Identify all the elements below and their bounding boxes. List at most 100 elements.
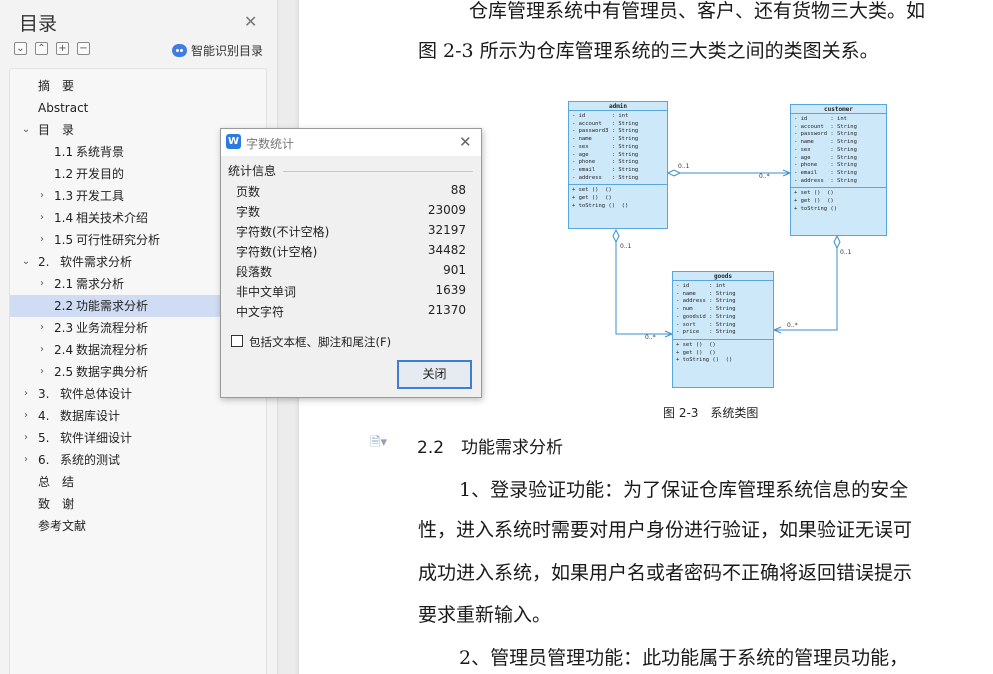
toc-item-label: 总 结: [38, 475, 75, 489]
paragraph-menu-icon[interactable]: 🗎▾: [370, 433, 387, 455]
uml-attribute: - num : String: [676, 306, 736, 313]
toc-item-number: 2.2: [54, 299, 74, 313]
uml-attribute: - age : String: [572, 151, 639, 158]
stat-value: 901: [443, 263, 466, 277]
uml-attributes: - id : int - account : String - password3 …: [569, 111, 667, 186]
uml-methods: + set () () + get () () + toString (): [791, 188, 886, 215]
multiplicity-label: 0..1: [678, 163, 690, 170]
toc-item-label: 相关技术介绍: [76, 211, 149, 225]
stat-value: 34482: [427, 243, 466, 257]
toc-item-label: 参考文献: [38, 519, 87, 533]
toc-item-label: 数据字典分析: [76, 365, 149, 379]
uml-attribute: - age : String: [794, 154, 857, 161]
stat-row: 字数 23009: [236, 203, 466, 223]
stat-value: 32197: [427, 223, 466, 237]
uml-method: + toString () (): [572, 202, 629, 209]
toc-item-number: 1.2: [54, 167, 74, 181]
stat-value: 88: [450, 183, 466, 197]
toc-item-label: 开发工具: [76, 189, 125, 203]
include-textbox-checkbox[interactable]: [231, 335, 243, 347]
stat-row: 字符数(计空格) 34482: [236, 243, 466, 263]
multiplicity-label: 0..1: [620, 243, 632, 250]
toc-item[interactable]: 致 谢: [10, 493, 266, 515]
paragraph-line: 图 2-3 所示为仓库管理系统的三大类之间的类图关系。: [418, 40, 879, 62]
paragraph-line: 2、管理员管理功能：此功能属于系统的管理员功能，: [459, 647, 909, 669]
chevron-right-icon[interactable]: ›: [20, 383, 32, 405]
chevron-right-icon[interactable]: ›: [36, 207, 48, 229]
toc-item-number: 2.4: [54, 343, 74, 357]
class-diagram: 0..1 0..* 0..1 0..* 0..1 0..* admin - id…: [565, 96, 905, 396]
chevron-right-icon[interactable]: ›: [36, 339, 48, 361]
toc-item[interactable]: 摘 要: [10, 75, 266, 97]
chevron-right-icon[interactable]: ›: [36, 229, 48, 251]
chevron-right-icon[interactable]: ›: [20, 405, 32, 427]
toc-item-label: 系统背景: [76, 145, 125, 159]
dialog-title: 字数统计: [246, 137, 295, 151]
stat-label: 段落数: [236, 265, 273, 279]
uml-attribute: - id : int: [794, 116, 847, 122]
stat-row: 字符数(不计空格) 32197: [236, 223, 466, 243]
chevron-right-icon[interactable]: ›: [20, 449, 32, 471]
toc-item[interactable]: Abstract: [10, 97, 266, 119]
stat-value: 23009: [427, 203, 466, 217]
uml-method: + get () (): [794, 198, 834, 205]
toc-item-label: 目 录: [38, 123, 75, 137]
figure-caption: 图 2-3 系统类图: [663, 406, 759, 420]
smart-toc-button[interactable]: 智能识别目录: [172, 42, 263, 59]
toc-item[interactable]: 参考文献: [10, 515, 266, 537]
expand-all-icon[interactable]: ⌄: [14, 42, 27, 55]
uml-method: + toString (): [794, 205, 838, 212]
uml-class-goods: goods - id : int - name : String - address…: [672, 271, 774, 388]
chevron-down-icon[interactable]: ⌄: [20, 251, 32, 273]
toc-item-label: 可行性研究分析: [76, 233, 161, 247]
multiplicity-label: 0..*: [787, 322, 798, 329]
toc-item-label: Abstract: [38, 101, 89, 115]
close-icon[interactable]: ✕: [244, 12, 257, 31]
chevron-right-icon[interactable]: ›: [36, 361, 48, 383]
uml-attribute: - name : String: [676, 290, 736, 297]
toc-item[interactable]: › 5. 软件详细设计: [10, 427, 266, 449]
uml-attribute: - id : int: [572, 113, 629, 119]
stat-row: 中文字符 21370: [236, 303, 466, 323]
add-icon[interactable]: +: [56, 42, 69, 55]
uml-class-name: goods: [673, 272, 773, 281]
close-icon[interactable]: ✕: [459, 133, 472, 151]
toc-item-label: 业务流程分析: [76, 321, 149, 335]
uml-attribute: - address : String: [572, 174, 639, 181]
chevron-right-icon[interactable]: ›: [36, 185, 48, 207]
chevron-right-icon[interactable]: ›: [36, 273, 48, 295]
toc-item-number: 1.4: [54, 211, 74, 225]
toc-item-label: 软件详细设计: [60, 431, 133, 445]
close-button[interactable]: 关闭: [397, 360, 472, 389]
uml-attribute: - account : String: [572, 120, 639, 127]
uml-method: + set () (): [572, 187, 612, 194]
stat-label: 中文字符: [236, 305, 285, 319]
uml-method: + toString () (): [676, 357, 733, 364]
toc-item-number: 3.: [38, 387, 50, 401]
multiplicity-label: 0..*: [645, 334, 656, 341]
uml-method: + set () (): [676, 341, 716, 348]
paragraph-line: 成功进入系统，如果用户名或者密码不正确将返回错误提示: [418, 562, 913, 584]
chevron-down-icon[interactable]: ⌄: [20, 119, 32, 141]
stat-label: 字数: [236, 205, 261, 219]
toc-item[interactable]: 总 结: [10, 471, 266, 493]
toc-item-number: 4.: [38, 409, 50, 423]
chevron-right-icon[interactable]: ›: [36, 317, 48, 339]
toc-item-label: 软件需求分析: [60, 255, 133, 269]
stat-row: 非中文单词 1639: [236, 283, 466, 303]
wps-logo-icon: W: [226, 134, 241, 149]
stat-row: 页数 88: [236, 183, 466, 203]
checkbox-label[interactable]: 包括文本框、脚注和尾注(F): [249, 334, 391, 350]
collapse-all-icon[interactable]: ⌃: [35, 42, 48, 55]
toc-item[interactable]: › 6. 系统的测试: [10, 449, 266, 471]
remove-icon[interactable]: −: [77, 42, 90, 55]
toc-item-number: 2.5: [54, 365, 74, 379]
toc-item[interactable]: › 4. 数据库设计: [10, 405, 266, 427]
toc-item-number: 6.: [38, 453, 50, 467]
toc-item-label: 软件总体设计: [60, 387, 133, 401]
uml-attribute: - address : String: [794, 177, 857, 184]
dialog-titlebar[interactable]: W 字数统计 ✕: [221, 129, 481, 156]
aggregation-diamond: [833, 234, 841, 250]
chevron-right-icon[interactable]: ›: [20, 427, 32, 449]
paragraph-line: 仓库管理系统中有管理员、客户、还有货物三大类。如: [469, 0, 926, 22]
